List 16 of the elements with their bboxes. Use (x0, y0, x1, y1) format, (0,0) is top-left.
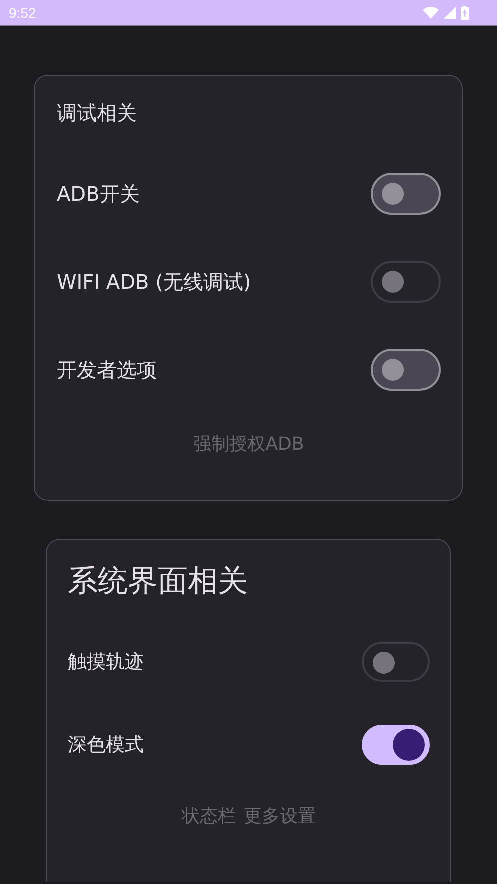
setting-label: ADB开关 (57, 180, 140, 208)
action-link[interactable]: 强制授权ADB (194, 428, 304, 460)
setting-label: 触摸轨迹 (68, 650, 144, 674)
action-link[interactable]: 更多设置 (244, 800, 316, 832)
battery-icon (461, 6, 469, 20)
setting-label: 深色模式 (68, 732, 144, 758)
toggle-switch[interactable] (371, 349, 441, 391)
card-title: 系统界面相关 (68, 563, 249, 601)
signal-icon (444, 6, 456, 18)
toggle-switch[interactable] (371, 173, 441, 215)
status-time: 9:52 (9, 4, 36, 20)
wifi-icon (423, 6, 439, 18)
setting-label: WIFI ADB (无线调试) (57, 268, 252, 296)
card-title: 调试相关 (57, 100, 138, 127)
setting-label: 开发者选项 (57, 356, 157, 384)
action-link[interactable]: 状态栏 (182, 800, 236, 832)
